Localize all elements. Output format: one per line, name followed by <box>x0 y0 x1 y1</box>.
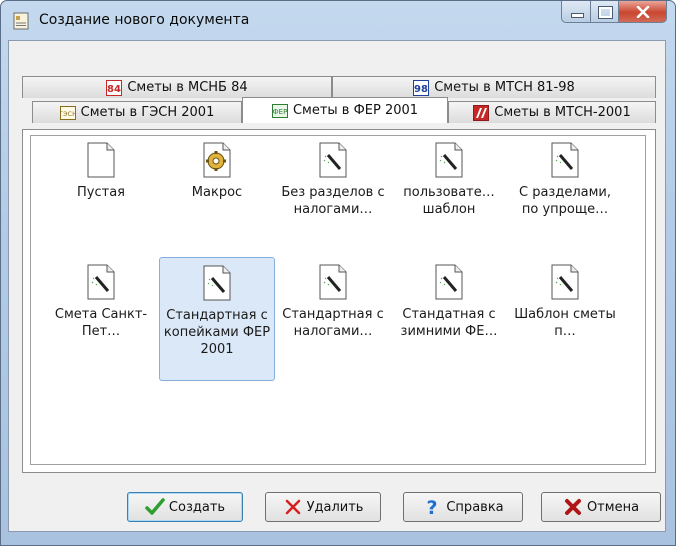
svg-text:84: 84 <box>107 84 121 95</box>
create-button[interactable]: Создать <box>127 492 243 522</box>
svg-text:ФЕР: ФЕР <box>273 108 288 116</box>
app-document-icon <box>13 12 29 30</box>
tab-fer-2001[interactable]: ФЕР Сметы в ФЕР 2001 <box>242 97 448 123</box>
svg-text:?: ? <box>427 497 438 517</box>
cancel-label: Отмена <box>586 499 640 515</box>
list-item-selected[interactable]: Стандартная с копейками ФЕР 2001 <box>159 257 275 381</box>
item-label: Стандартная с налогами… <box>282 307 384 339</box>
list-item[interactable]: Смета Санкт-Пет… <box>43 264 159 340</box>
minimize-button[interactable] <box>561 1 591 23</box>
list-item[interactable]: пользовате… шаблон <box>391 142 507 218</box>
window-title: Создание нового документа <box>39 12 250 28</box>
question-mark-icon: ? <box>422 497 442 517</box>
tab-label: Сметы в МСНБ 84 <box>127 80 248 95</box>
template-wand-icon <box>319 142 347 178</box>
svg-text:ГЭСН: ГЭСН <box>60 110 76 118</box>
template-list[interactable]: Пустая Макрос Без разделов с налогами… п… <box>30 135 646 465</box>
item-label: Смета Санкт-Пет… <box>54 307 148 339</box>
delete-label: Удалить <box>306 499 364 515</box>
list-item[interactable]: Пустая <box>43 142 159 201</box>
fer-badge-icon: ФЕР <box>271 103 288 119</box>
tab-mtsn-2001[interactable]: Сметы в МТСН-2001 <box>448 101 656 123</box>
help-button[interactable]: ? Справка <box>403 492 523 522</box>
tab-msnb-84[interactable]: 84 Сметы в МСНБ 84 <box>22 76 332 98</box>
delete-button[interactable]: Удалить <box>265 492 381 522</box>
tab-label: Сметы в МТСН-2001 <box>494 105 631 120</box>
item-label: Пустая <box>77 185 125 200</box>
list-item[interactable]: Стандатная с зимними ФЕ… <box>391 264 507 340</box>
cancel-button[interactable]: Отмена <box>541 492 661 522</box>
svg-text:98: 98 <box>414 84 428 95</box>
template-wand-icon <box>551 264 579 300</box>
tab-mtsn-81-98[interactable]: 98 Сметы в МТСН 81-98 <box>332 76 656 98</box>
delete-x-icon <box>283 497 303 517</box>
minimize-icon <box>571 13 584 18</box>
maximize-button[interactable] <box>591 1 619 23</box>
item-label: Шаблон сметы п… <box>514 307 616 339</box>
checkmark-icon <box>145 497 165 517</box>
template-wand-icon <box>435 142 463 178</box>
list-item[interactable]: Макрос <box>159 142 275 201</box>
close-button[interactable] <box>619 1 667 23</box>
list-item[interactable]: С разделами, по упроще… <box>507 142 623 218</box>
list-item[interactable]: Стандартная с налогами… <box>275 264 391 340</box>
gesn-badge-icon: ГЭСН <box>59 105 76 121</box>
template-wand-icon <box>435 264 463 300</box>
template-wand-icon <box>319 264 347 300</box>
tab-label: Сметы в ГЭСН 2001 <box>80 105 215 120</box>
list-item[interactable]: Без разделов с налогами… <box>275 142 391 218</box>
list-item[interactable]: Шаблон сметы п… <box>507 264 623 340</box>
title-bar[interactable]: Создание нового документа <box>1 1 675 41</box>
template-wand-icon <box>87 264 115 300</box>
cancel-x-icon <box>563 497 583 517</box>
macro-icon <box>203 142 231 178</box>
item-label: Стандартная с копейками ФЕР 2001 <box>163 308 271 357</box>
tab-label: Сметы в ФЕР 2001 <box>292 103 419 118</box>
blank-document-icon <box>87 142 115 178</box>
item-label: пользовате… шаблон <box>403 185 495 217</box>
create-label: Создать <box>168 499 226 515</box>
item-label: Макрос <box>191 185 243 200</box>
item-label: Стандатная с зимними ФЕ… <box>400 307 498 339</box>
template-wand-icon <box>551 142 579 178</box>
msnb-84-badge-icon: 84 <box>106 79 123 96</box>
maximize-icon <box>598 6 613 19</box>
item-label: Без разделов с налогами… <box>281 185 385 217</box>
tab-label: Сметы в МТСН 81-98 <box>434 80 575 95</box>
item-label: С разделами, по упроще… <box>519 185 611 217</box>
tab-gesn-2001[interactable]: ГЭСН Сметы в ГЭСН 2001 <box>32 101 242 123</box>
mtsn-98-badge-icon: 98 <box>413 79 430 96</box>
help-label: Справка <box>446 499 504 515</box>
template-wand-icon <box>203 265 231 301</box>
close-icon <box>636 6 650 18</box>
mtsn-2001-badge-icon <box>473 104 490 121</box>
